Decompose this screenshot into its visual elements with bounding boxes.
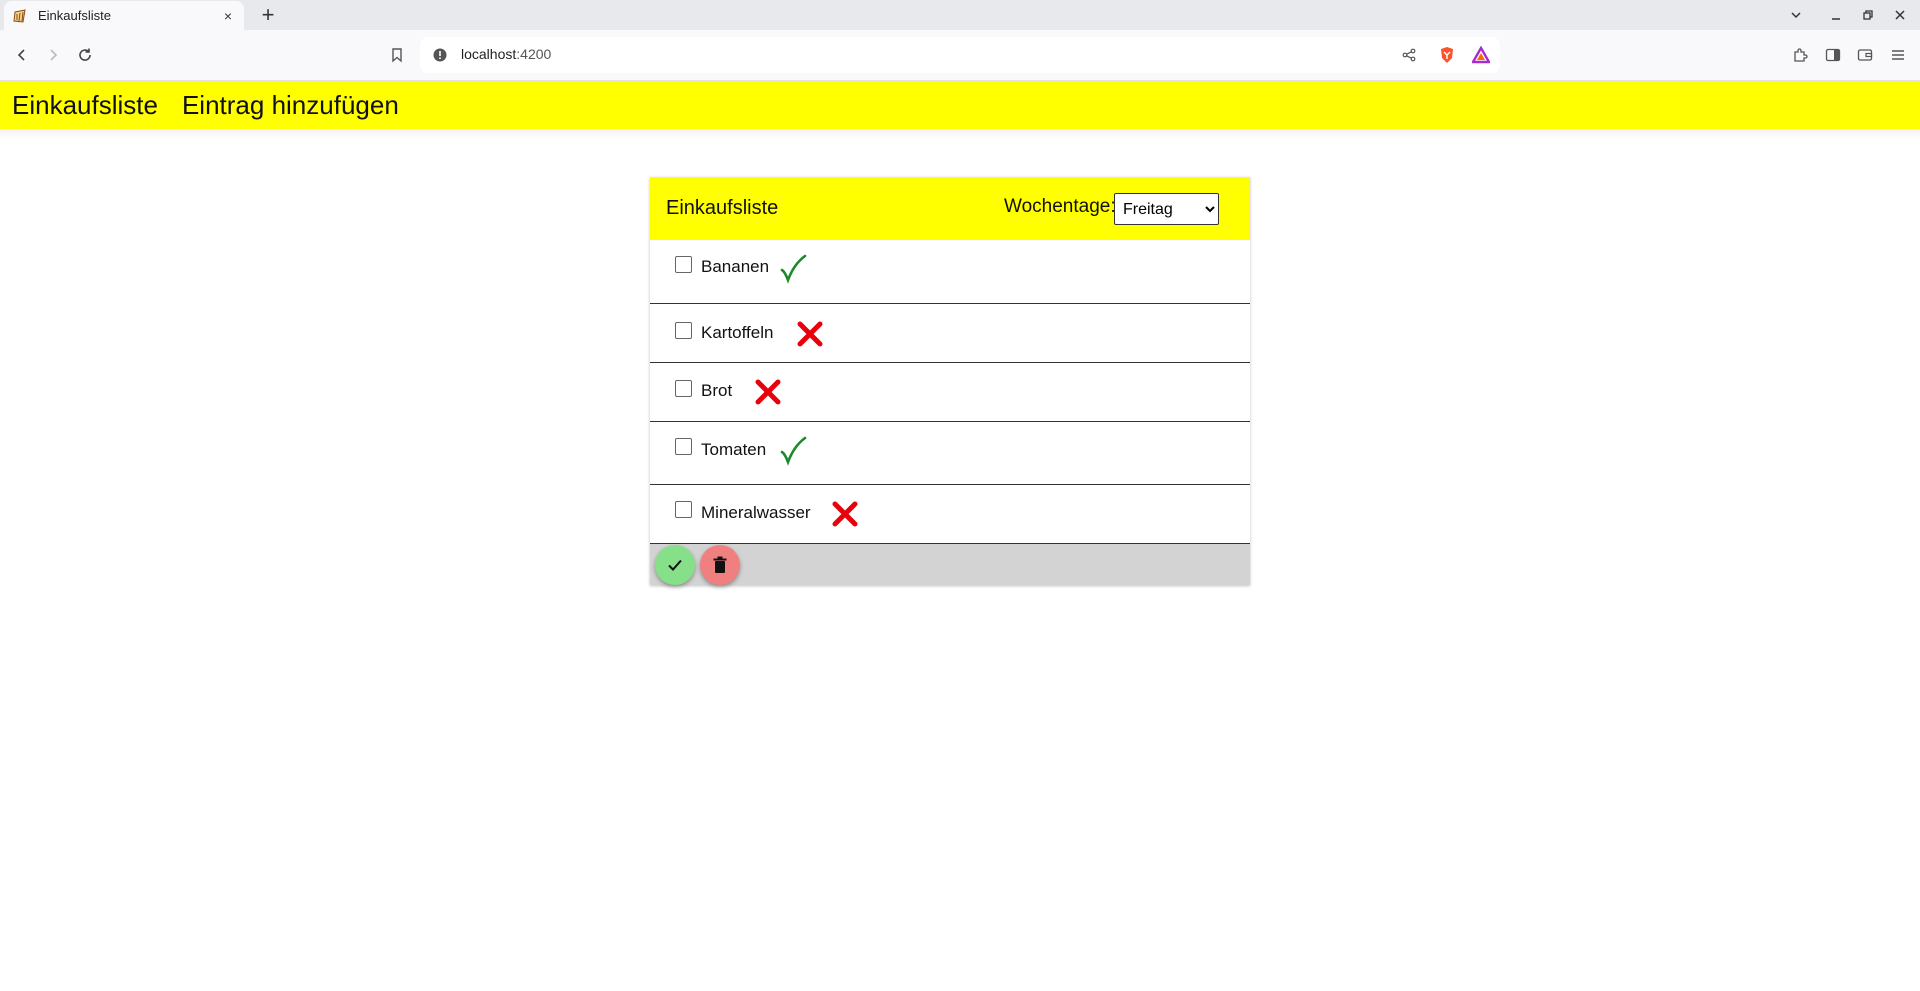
address-bar[interactable]: localhost:4200 [420,37,1500,73]
wallet-icon[interactable] [1853,43,1877,67]
check-icon [780,436,807,466]
browser-tab[interactable]: Einkaufsliste × [4,1,244,30]
url-port: :4200 [516,46,552,62]
shopping-list-card: Einkaufsliste Wochentage: Freitag Banane… [650,177,1250,585]
tab-strip: Einkaufsliste × + [0,0,1920,30]
list-item: Bananen [650,240,1250,304]
list-item: Kartoffeln [650,304,1250,363]
delete-button[interactable] [700,545,740,585]
item-label: Kartoffeln [701,323,774,342]
item-checkbox[interactable] [675,501,692,518]
tab-close-icon[interactable]: × [220,8,236,24]
navbar-shadow [0,129,1920,139]
menu-icon[interactable] [1886,43,1910,67]
nav-link-eintrag-hinzufuegen[interactable]: Eintrag hinzufügen [182,90,399,121]
browser-toolbar: localhost:4200 [0,30,1920,81]
minimize-icon[interactable] [1820,0,1852,30]
brave-shield-icon[interactable] [1438,46,1456,64]
card-footer [650,544,1250,585]
trash-icon [713,556,727,573]
check-icon [780,254,807,284]
sidebar-icon[interactable] [1821,43,1845,67]
confirm-button[interactable] [655,545,695,585]
item-checkbox[interactable] [675,256,692,273]
item-label: Tomaten [701,440,767,459]
back-icon[interactable] [10,43,34,67]
cross-icon [832,501,858,527]
reload-icon[interactable] [73,43,97,67]
site-info-icon[interactable] [431,46,449,64]
brave-rewards-icon[interactable] [1472,46,1490,64]
item-label: Mineralwasser [701,503,811,522]
item-checkbox[interactable] [675,380,692,397]
item-checkbox[interactable] [675,438,692,455]
list-item: Tomaten [650,422,1250,485]
url-text: localhost:4200 [461,46,551,62]
forward-icon[interactable] [41,43,65,67]
item-label: Brot [701,381,733,400]
list-item: Brot [650,363,1250,422]
item-label: Bananen [701,257,770,276]
tab-title: Einkaufsliste [38,8,111,23]
share-icon[interactable] [1400,46,1418,64]
tab-list-chevron-icon[interactable] [1780,0,1812,30]
restore-icon[interactable] [1852,0,1884,30]
close-window-icon[interactable] [1884,0,1916,30]
cross-icon [797,321,823,347]
cross-icon [755,379,781,405]
weekday-label: Wochentage: [1004,196,1116,217]
nav-link-einkaufsliste[interactable]: Einkaufsliste [12,90,158,121]
bookmark-icon[interactable] [385,43,409,67]
url-host: localhost [461,46,517,62]
weekday-select[interactable]: Freitag [1114,193,1219,225]
checkmark-icon [668,559,682,571]
item-checkbox[interactable] [675,322,692,339]
new-tab-button[interactable]: + [255,2,281,28]
card-header: Einkaufsliste Wochentage: Freitag [650,177,1250,240]
extensions-icon[interactable] [1788,43,1812,67]
list-item: Mineralwasser [650,485,1250,544]
card-title: Einkaufsliste [666,197,779,219]
favicon-icon [12,8,28,24]
app-navbar: Einkaufsliste Eintrag hinzufügen [0,81,1920,129]
